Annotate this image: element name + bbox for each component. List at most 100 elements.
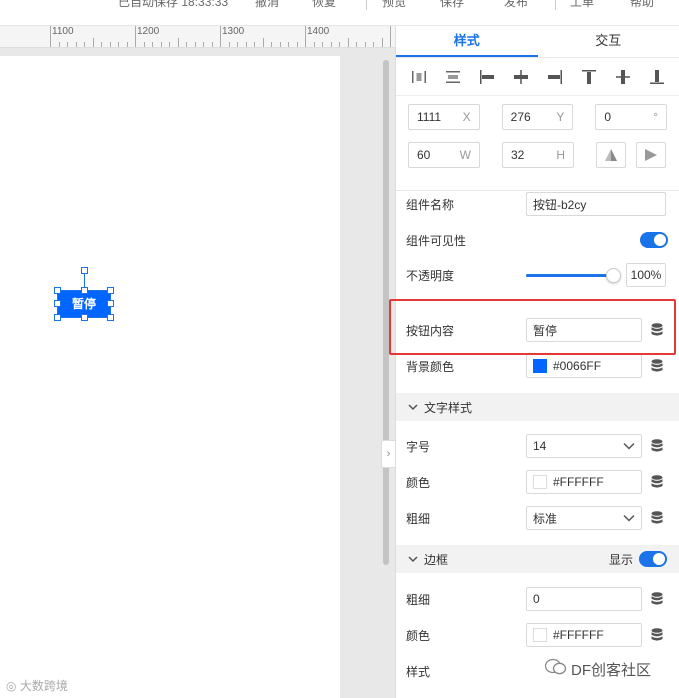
opacity-row: 不透明度 100%	[406, 262, 668, 288]
text-color-value: #FFFFFF	[553, 475, 604, 489]
panel-collapse-toggle[interactable]: ›	[381, 440, 395, 468]
align-top-icon[interactable]	[576, 66, 602, 88]
flip-vertical-button[interactable]	[596, 142, 626, 168]
align-left-icon[interactable]	[474, 66, 500, 88]
database-bind-icon[interactable]	[648, 589, 666, 609]
ruler-tick	[364, 42, 366, 47]
x-value: 1111	[417, 110, 442, 124]
publish-button[interactable]: 发布	[504, 0, 528, 10]
ruler-tick	[101, 42, 102, 47]
save-button[interactable]: 保存	[440, 0, 464, 10]
flip-horizontal-button[interactable]	[636, 142, 666, 168]
border-color-swatch[interactable]	[533, 628, 547, 642]
database-bind-icon[interactable]	[648, 472, 666, 492]
border-show-toggle[interactable]	[639, 551, 667, 567]
ruler-tick	[279, 42, 281, 47]
align-right-icon[interactable]	[542, 66, 568, 88]
component-name-row: 组件名称 按钮-b2cy	[406, 191, 668, 217]
text-color-input[interactable]: #FFFFFF	[526, 470, 642, 494]
height-value: 32	[511, 148, 525, 162]
border-section-header[interactable]: 边框 显示	[396, 545, 679, 573]
border-color-input[interactable]: #FFFFFF	[526, 623, 642, 647]
redo-button[interactable]: 恢复	[312, 0, 336, 10]
font-size-value: 14	[533, 439, 547, 453]
border-width-input[interactable]: 0	[526, 587, 642, 611]
border-color-row: 颜色 #FFFFFF	[406, 622, 668, 648]
ruler-tick	[50, 26, 51, 47]
resize-handle-sw[interactable]	[54, 314, 61, 321]
resize-handle-se[interactable]	[107, 314, 114, 321]
border-color-label: 颜色	[406, 628, 431, 643]
vertical-scrollbar[interactable]	[383, 60, 389, 565]
preview-button[interactable]: 预览	[382, 0, 406, 10]
database-bind-icon[interactable]	[648, 320, 666, 340]
ruler-tick	[160, 42, 162, 47]
text-style-section-header[interactable]: 文字样式	[396, 393, 679, 421]
database-bind-icon[interactable]	[648, 356, 666, 376]
bg-color-input[interactable]: #0066FF	[526, 354, 642, 378]
ruler-tick	[177, 38, 179, 47]
chevron-down-icon	[623, 511, 635, 525]
ruler-tick	[135, 26, 136, 47]
distribute-vertical-icon[interactable]	[440, 66, 466, 88]
button-content-input[interactable]: 暂停	[526, 318, 642, 342]
bg-color-swatch[interactable]	[533, 359, 547, 373]
opacity-input[interactable]: 100%	[626, 263, 666, 287]
resize-handle-s[interactable]	[81, 314, 88, 321]
align-center-horizontal-icon[interactable]	[508, 66, 534, 88]
artboard[interactable]	[0, 56, 340, 698]
height-input[interactable]: 32 H	[502, 142, 574, 168]
tab-interaction[interactable]: 交互	[538, 26, 679, 57]
undo-button[interactable]: 撤消	[255, 0, 279, 10]
y-unit: Y	[556, 110, 565, 124]
border-width-row: 粗细 0	[406, 586, 668, 612]
font-size-label: 字号	[406, 439, 431, 454]
ruler-tick	[84, 42, 85, 47]
chevron-down-icon	[408, 552, 418, 566]
resize-handle-e[interactable]	[107, 300, 114, 307]
opacity-slider-knob[interactable]	[606, 267, 621, 283]
ruler-tick	[330, 42, 332, 47]
y-position-input[interactable]: 276 Y	[501, 104, 574, 130]
ruler-tick	[373, 42, 374, 47]
database-bind-icon[interactable]	[648, 508, 666, 528]
database-bind-icon[interactable]	[648, 625, 666, 645]
geometry-section: 1111 X 276 Y 0 ° 60 W 32 H	[396, 96, 679, 190]
border-show-label: 显示	[608, 552, 633, 567]
resize-handle-nw[interactable]	[54, 287, 61, 294]
database-bind-icon[interactable]	[648, 436, 666, 456]
autosave-status: 已自动保存 18:33:33	[118, 0, 229, 9]
resize-handle-ne[interactable]	[107, 287, 114, 294]
align-bottom-icon[interactable]	[644, 66, 670, 88]
resize-handle-n[interactable]	[81, 287, 88, 294]
watermark-left: ◎ 大数跨境	[6, 677, 68, 694]
component-name-input[interactable]: 按钮-b2cy	[526, 192, 666, 216]
font-size-select[interactable]: 14	[526, 434, 642, 458]
help-button[interactable]: 帮助	[630, 0, 654, 10]
font-weight-value: 标准	[533, 511, 558, 526]
ruler-tick	[220, 26, 221, 47]
resize-handle-w[interactable]	[54, 300, 61, 307]
rotation-input[interactable]: 0 °	[595, 104, 668, 130]
ruler-tick	[288, 42, 289, 47]
font-size-row: 字号 14	[406, 433, 668, 459]
tab-style[interactable]: 样式	[396, 26, 538, 57]
rotate-handle[interactable]	[81, 267, 88, 274]
font-weight-select[interactable]: 标准	[526, 506, 642, 530]
canvas-workspace[interactable]	[0, 48, 395, 698]
ruler-tick	[237, 42, 238, 47]
visibility-row: 组件可见性	[406, 227, 668, 253]
align-middle-vertical-icon[interactable]	[610, 66, 636, 88]
x-position-input[interactable]: 1111 X	[408, 104, 480, 130]
ruler-tick	[245, 42, 247, 47]
project-button[interactable]: 工单	[570, 0, 594, 10]
width-input[interactable]: 60 W	[408, 142, 480, 168]
weibo-logo-icon: ◎	[6, 679, 17, 693]
opacity-slider[interactable]	[526, 267, 621, 283]
text-color-swatch[interactable]	[533, 475, 547, 489]
distribute-horizontal-icon[interactable]	[406, 66, 432, 88]
flip-horizontal-icon	[645, 149, 657, 161]
ruler-tick	[143, 42, 145, 47]
align-toolbar	[396, 58, 679, 96]
visibility-toggle[interactable]	[640, 232, 668, 248]
